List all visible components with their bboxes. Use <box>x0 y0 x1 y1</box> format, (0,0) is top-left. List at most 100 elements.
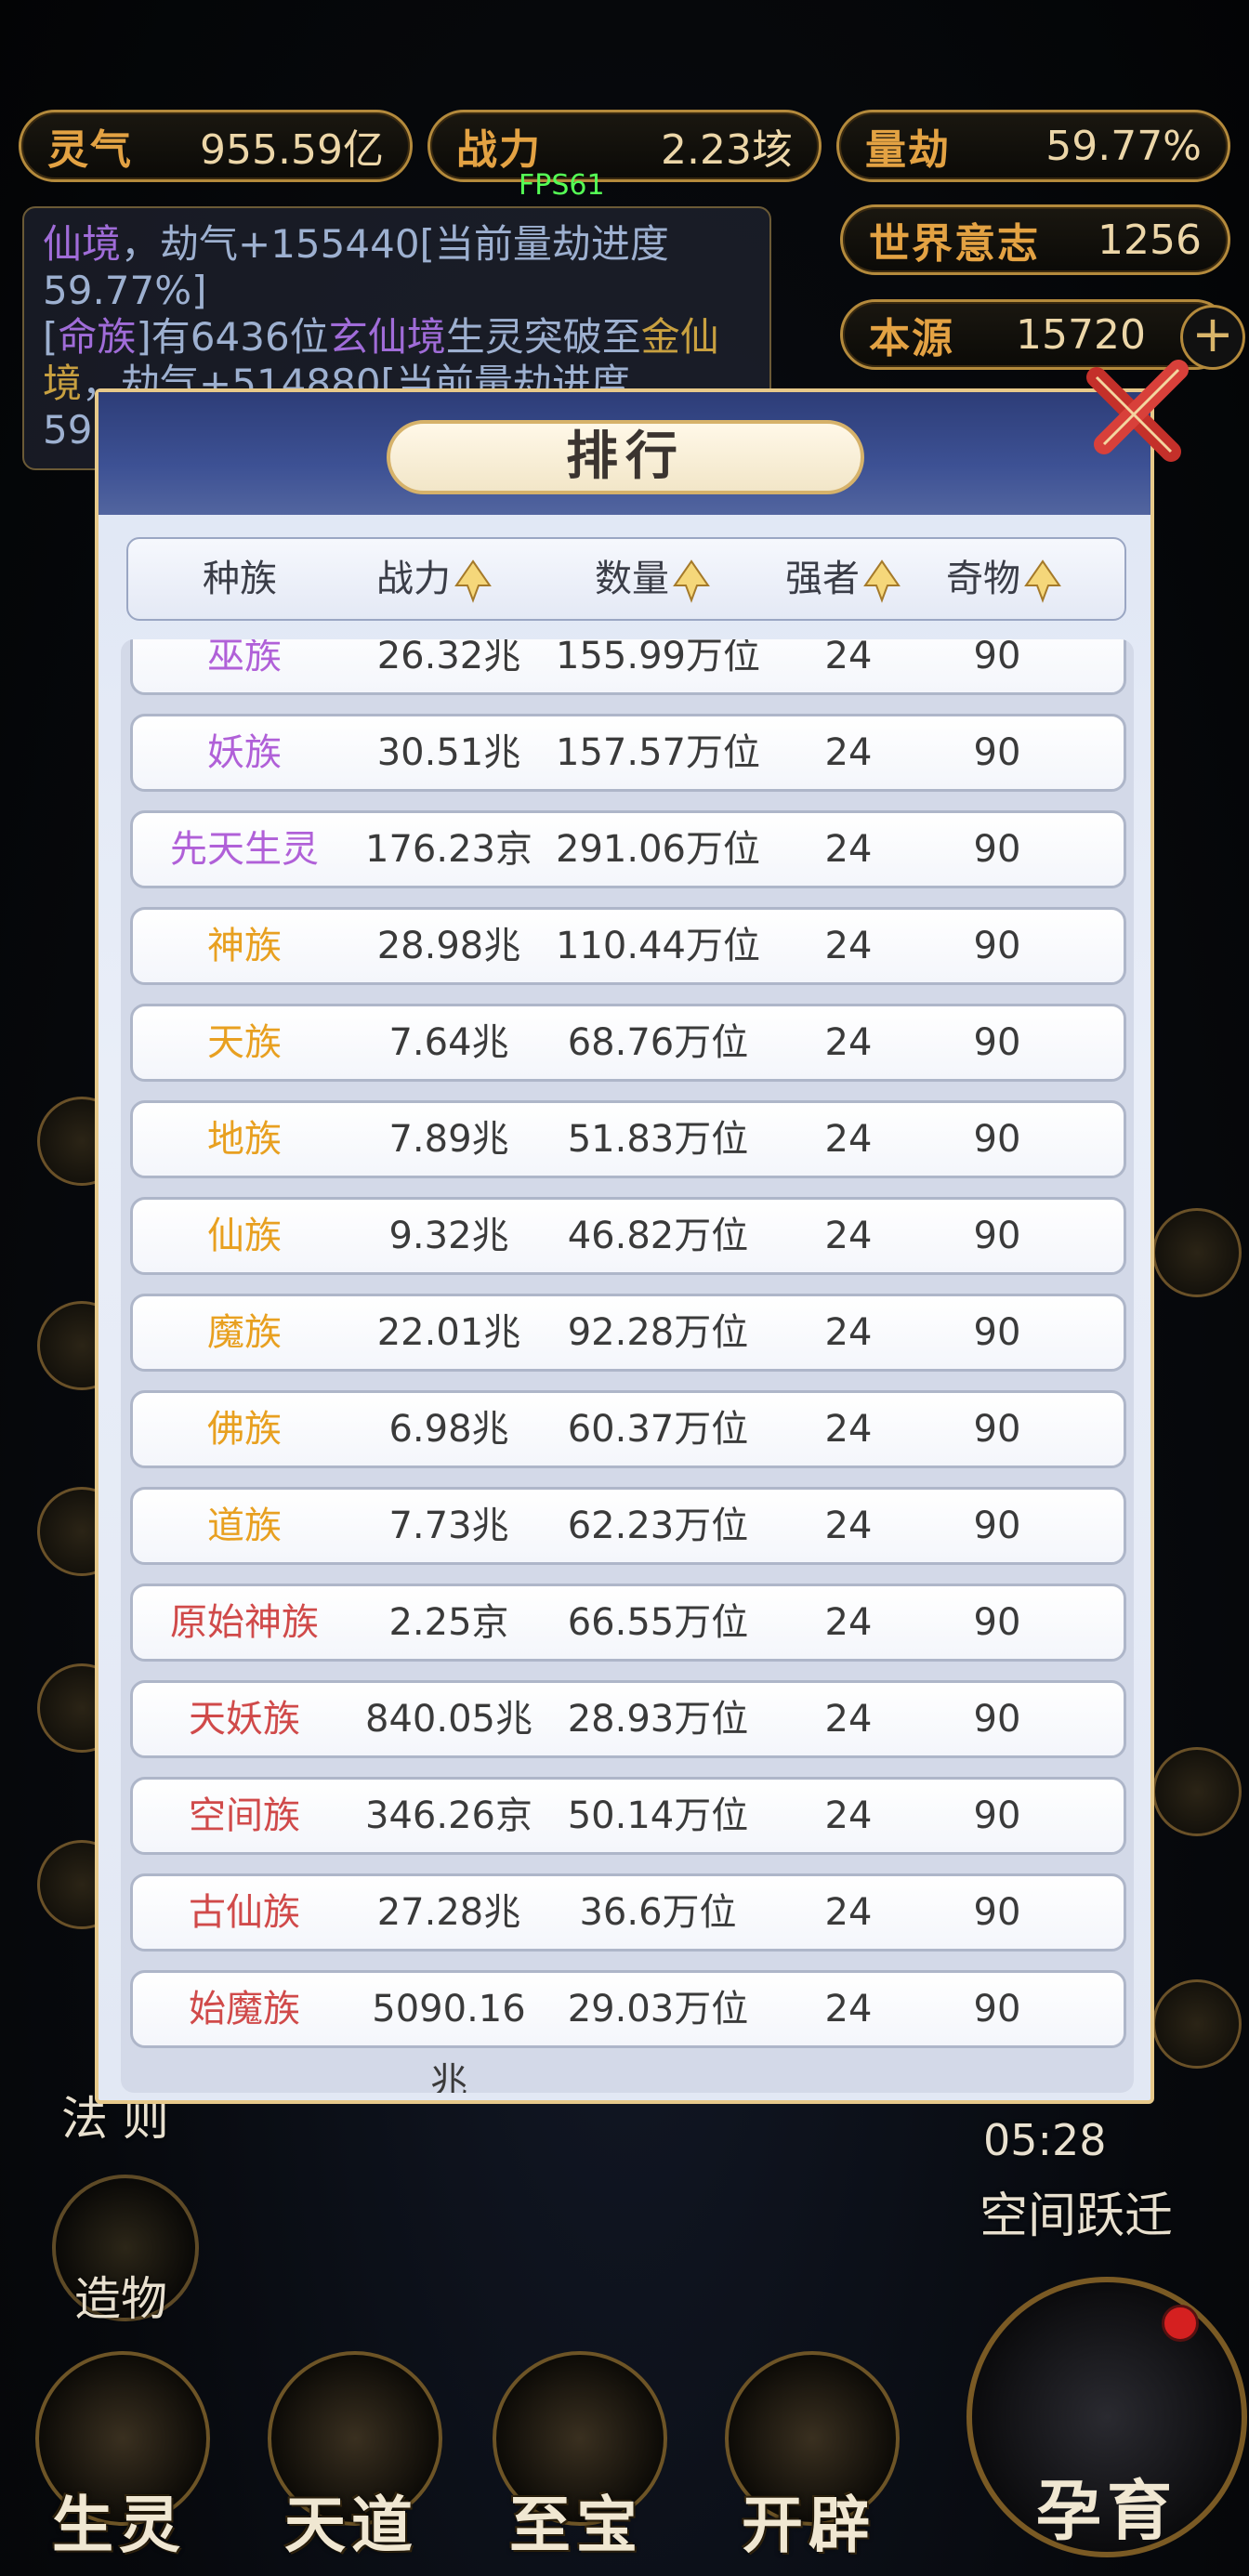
power-value: 7.73兆 <box>388 1505 509 1547</box>
close-icon[interactable] <box>1078 351 1197 470</box>
items-value: 90 <box>973 731 1021 774</box>
liangjie-label: 量劫 <box>865 126 951 174</box>
nav-kaipi-label: 开辟 <box>742 2490 875 2561</box>
sort-by-count[interactable]: 数量 <box>574 539 732 619</box>
race-name: 先天生灵 <box>170 828 319 871</box>
side-icon-right-1[interactable] <box>1152 1208 1242 1297</box>
nav-shengling-label: 生灵 <box>52 2490 186 2561</box>
items-value: 90 <box>973 1505 1021 1547</box>
zhanli-label: 战力 <box>456 126 542 174</box>
log-text: 玄仙境 <box>328 314 446 360</box>
header-count-label: 数量 <box>595 558 669 600</box>
table-row: 神族 28.98兆 110.44万位 24 90 <box>130 907 1126 985</box>
table-row: 天妖族 840.05兆 28.93万位 24 90 <box>130 1680 1126 1758</box>
liangjie-pill: 量劫 59.77% <box>836 110 1230 182</box>
kongjian-button[interactable]: 空间跃迁 <box>979 2176 1173 2246</box>
table-row: 先天生灵 176.23京 291.06万位 24 90 <box>130 810 1126 888</box>
items-value: 90 <box>973 1988 1021 2031</box>
count-value: 291.06万位 <box>556 828 760 871</box>
side-icon-right-3[interactable] <box>1152 1979 1242 2069</box>
race-name: 魔族 <box>207 1311 282 1354</box>
count-value: 68.76万位 <box>567 1021 749 1064</box>
ranking-modal: 排行 种族 战力 数量 强者 奇物 巫族 26.32兆 155.99万位 24 90 妖族… <box>95 388 1154 2104</box>
strong-value: 24 <box>824 1698 873 1741</box>
nav-zhibao[interactable]: 至宝 <box>483 2351 669 2565</box>
power-value: 6.98兆 <box>388 1408 509 1451</box>
count-value: 51.83万位 <box>567 1118 749 1161</box>
count-value: 60.37万位 <box>567 1408 749 1451</box>
race-name: 仙族 <box>207 1215 282 1257</box>
count-value: 46.82万位 <box>567 1215 749 1257</box>
power-value: 5090.16兆 <box>372 1988 526 2093</box>
table-row: 仙族 9.32兆 46.82万位 24 90 <box>130 1197 1126 1275</box>
strong-value: 24 <box>824 639 873 677</box>
log-text: 金仙 <box>640 314 719 360</box>
items-value: 90 <box>973 1601 1021 1644</box>
count-value: 62.23万位 <box>567 1505 749 1547</box>
power-value: 28.98兆 <box>376 925 521 967</box>
log-text: 命族 <box>58 314 137 360</box>
strong-value: 24 <box>824 1505 873 1547</box>
lingqi-value: 955.59亿 <box>200 126 384 174</box>
table-row: 原始神族 2.25京 66.55万位 24 90 <box>130 1584 1126 1662</box>
count-value: 110.44万位 <box>556 925 760 967</box>
items-value: 90 <box>973 1698 1021 1741</box>
table-row: 古仙族 27.28兆 36.6万位 24 90 <box>130 1873 1126 1952</box>
lingqi-label: 灵气 <box>47 126 133 174</box>
power-value: 176.23京 <box>365 828 532 871</box>
log-text: 生灵突破至 <box>445 314 641 360</box>
strong-value: 24 <box>824 1601 873 1644</box>
table-row: 地族 7.89兆 51.83万位 24 90 <box>130 1100 1126 1178</box>
power-value: 7.64兆 <box>388 1021 509 1064</box>
race-name: 天妖族 <box>189 1698 300 1741</box>
ranking-list[interactable]: 巫族 26.32兆 155.99万位 24 90 妖族 30.51兆 157.57万位 24 90… <box>121 639 1134 2093</box>
items-value: 90 <box>973 1794 1021 1837</box>
zhanli-value: 2.23垓 <box>661 126 793 174</box>
strong-value: 24 <box>824 1118 873 1161</box>
items-value: 90 <box>973 1118 1021 1161</box>
power-value: 346.26京 <box>365 1794 532 1837</box>
count-value: 36.6万位 <box>579 1891 737 1934</box>
sort-by-power[interactable]: 战力 <box>361 539 509 619</box>
strong-value: 24 <box>824 1891 873 1934</box>
nav-kaipi[interactable]: 开辟 <box>716 2351 901 2565</box>
header-race: 种族 <box>165 539 314 619</box>
notification-dot <box>1162 2305 1199 2342</box>
side-icon-right-2[interactable] <box>1152 1747 1242 1836</box>
table-row: 空间族 346.26京 50.14万位 24 90 <box>130 1777 1126 1855</box>
table-row: 天族 7.64兆 68.76万位 24 90 <box>130 1004 1126 1082</box>
nav-zhibao-label: 至宝 <box>509 2490 643 2561</box>
race-name: 天族 <box>207 1021 282 1064</box>
strong-value: 24 <box>824 1988 873 2031</box>
power-value: 2.25京 <box>388 1601 509 1644</box>
power-value: 7.89兆 <box>388 1118 509 1161</box>
log-text: 仙境 <box>43 221 122 267</box>
table-row: 道族 7.73兆 62.23万位 24 90 <box>130 1487 1126 1565</box>
table-row: 妖族 30.51兆 157.57万位 24 90 <box>130 714 1126 792</box>
power-value: 22.01兆 <box>376 1311 521 1354</box>
nav-tiandao[interactable]: 天道 <box>258 2351 444 2565</box>
nav-shengling[interactable]: 生灵 <box>26 2351 212 2565</box>
power-value: 27.28兆 <box>376 1891 521 1934</box>
strong-value: 24 <box>824 1794 873 1837</box>
zhanli-pill: 战力 2.23垓 <box>427 110 822 182</box>
sort-by-items[interactable]: 奇物 <box>935 539 1074 619</box>
race-name: 佛族 <box>207 1408 282 1451</box>
power-value: 26.32兆 <box>376 639 521 677</box>
race-name: 神族 <box>207 925 282 967</box>
count-value: 92.28万位 <box>567 1311 749 1354</box>
fps-counter: FPS61 <box>519 169 605 202</box>
header-power-label: 战力 <box>376 558 451 600</box>
log-text: 境 <box>43 361 83 406</box>
log-line: 59.77%] <box>43 268 207 313</box>
race-name: 空间族 <box>189 1794 300 1837</box>
zaowu-label[interactable]: 造物 <box>74 2262 167 2329</box>
count-value: 66.55万位 <box>567 1601 749 1644</box>
items-value: 90 <box>973 1311 1021 1354</box>
sort-arrow-icon <box>1024 559 1061 603</box>
sort-by-strong[interactable]: 强者 <box>779 539 909 619</box>
table-row: 始魔族 5090.16兆 29.03万位 24 90 <box>130 1970 1126 2093</box>
yunyu-button[interactable]: 孕育 <box>966 2277 1247 2557</box>
race-name: 巫族 <box>207 639 282 677</box>
strong-value: 24 <box>824 731 873 774</box>
